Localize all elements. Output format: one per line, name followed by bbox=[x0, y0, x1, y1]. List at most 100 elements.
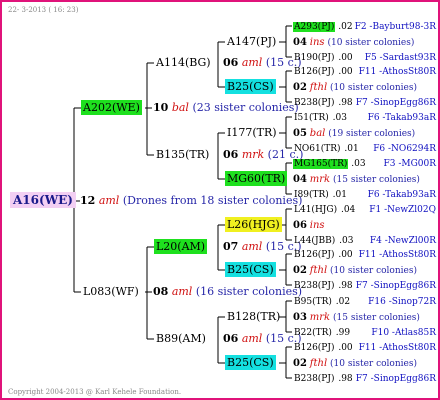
leaf-queen-1-0[interactable]: B126(PJ) .00 bbox=[293, 66, 353, 78]
leaf-origin: F4 -NewZl00R bbox=[369, 235, 436, 246]
mating-number: 06 bbox=[223, 55, 239, 69]
leaf-queen-3-2[interactable]: I89(TR) .01 bbox=[293, 189, 347, 201]
leaf-value: .01 bbox=[329, 189, 347, 200]
leaf-origin-4-2[interactable]: F4 -NewZl00R bbox=[370, 235, 436, 247]
leaf-queen-6-2[interactable]: B22(TR) .99 bbox=[293, 327, 350, 339]
queen-label: L26(HJG) bbox=[225, 216, 282, 232]
queen-node-g3-5[interactable]: B25(CS) bbox=[225, 261, 276, 277]
leaf-sister-colonies: (10 sister colonies) bbox=[327, 37, 415, 48]
leaf-origin-6-0[interactable]: F16 -Sinop72R bbox=[368, 296, 436, 308]
queen-node-g3-2[interactable]: I177(TR) bbox=[225, 126, 279, 139]
leaf-mating-4-1[interactable]: 06 ins bbox=[293, 220, 325, 232]
leaf-queen-label: B95(TR) bbox=[294, 296, 332, 307]
leaf-mating-number: 02 bbox=[293, 357, 307, 369]
leaf-origin: F6 -Takab93aR bbox=[367, 189, 436, 200]
root-subspecies: aml bbox=[98, 193, 120, 207]
leaf-origin-3-0[interactable]: F3 -MG00R bbox=[383, 158, 436, 170]
leaf-mating-7-1[interactable]: 02 fthl (10 sister colonies) bbox=[293, 358, 417, 370]
root-mating-number: 12 bbox=[80, 193, 96, 207]
leaf-origin: F11 -AthosSt80R bbox=[358, 66, 436, 77]
root-node[interactable]: A16(WE) bbox=[10, 192, 76, 208]
leaf-origin-2-0[interactable]: F6 -Takab93aR bbox=[368, 112, 436, 124]
leaf-queen-6-0[interactable]: B95(TR) .02 bbox=[293, 296, 350, 308]
leaf-mating-number: 04 bbox=[293, 36, 307, 48]
mating-info-g2-0[interactable]: 06 aml (15 c.) bbox=[223, 55, 302, 69]
leaf-origin-5-2[interactable]: F7 -SinopEgg86R bbox=[356, 280, 436, 292]
root-info[interactable]: 12 aml (Drones from 18 sister colonies) bbox=[80, 193, 303, 207]
queen-label: A114(BG) bbox=[156, 55, 211, 69]
leaf-subspecies: ins bbox=[309, 219, 325, 231]
leaf-queen-label: MG165(TR) bbox=[293, 158, 349, 169]
leaf-value: .00 bbox=[335, 342, 353, 353]
leaf-queen-2-2[interactable]: NO61(TR) .01 bbox=[293, 143, 359, 155]
queen-node-g3-7[interactable]: B25(CS) bbox=[225, 354, 276, 370]
queen-node-g2-2[interactable]: L20(AM) bbox=[154, 238, 208, 254]
leaf-value: .00 bbox=[335, 52, 353, 63]
leaf-origin: F6 -Takab93aR bbox=[367, 112, 436, 123]
pedigree-tree: A16(WE) 12 aml (Drones from 18 sister col… bbox=[2, 2, 438, 398]
leaf-value: .01 bbox=[341, 143, 359, 154]
leaf-queen-0-0[interactable]: A293(PJ) .02 bbox=[293, 21, 353, 33]
leaf-origin-0-2[interactable]: F5 -Sardast93R bbox=[365, 52, 436, 64]
leaf-mating-0-1[interactable]: 04 ins (10 sister colonies) bbox=[293, 37, 414, 49]
queen-node-g2-3[interactable]: B89(AM) bbox=[154, 332, 208, 345]
pedigree-frame: 22- 3-2013 ( 16: 23) A16(WE) 12 aml (Dron… bbox=[0, 0, 440, 400]
leaf-value: .03 bbox=[348, 158, 366, 169]
leaf-queen-4-0[interactable]: L41(HJG) .04 bbox=[293, 204, 355, 216]
leaf-subspecies: fthl bbox=[309, 81, 328, 93]
mating-info-g2-2[interactable]: 07 aml (15 c.) bbox=[223, 240, 302, 253]
leaf-origin-2-2[interactable]: F6 -NO6294R bbox=[373, 143, 436, 155]
leaf-mating-3-1[interactable]: 04 mrk (15 sister colonies) bbox=[293, 174, 420, 186]
mating-info-g1-0[interactable]: 10 bal (23 sister colonies) bbox=[153, 101, 299, 114]
leaf-value: .00 bbox=[335, 66, 353, 77]
leaf-mating-6-1[interactable]: 03 mrk (15 sister colonies) bbox=[293, 312, 420, 324]
subspecies: aml bbox=[241, 331, 263, 345]
queen-node-g3-0[interactable]: A147(PJ) bbox=[225, 35, 278, 48]
leaf-queen-label: I51(TR) bbox=[294, 112, 329, 123]
sister-colonies: (16 sister colonies) bbox=[195, 284, 303, 298]
leaf-origin-3-2[interactable]: F6 -Takab93aR bbox=[368, 189, 436, 201]
copyright-footer: Copyright 2004-2013 @ Karl Kehele Founda… bbox=[8, 388, 182, 396]
leaf-queen-7-2[interactable]: B238(PJ) .98 bbox=[293, 373, 353, 385]
queen-node-g1-1[interactable]: L083(WF) bbox=[81, 285, 141, 298]
leaf-mating-number: 04 bbox=[293, 173, 307, 185]
queen-node-g2-1[interactable]: B135(TR) bbox=[154, 148, 211, 161]
queen-node-g3-4[interactable]: L26(HJG) bbox=[225, 216, 282, 232]
leaf-queen-5-2[interactable]: B238(PJ) .98 bbox=[293, 280, 353, 292]
leaf-origin-5-0[interactable]: F11 -AthosSt80R bbox=[359, 249, 436, 261]
leaf-queen-2-0[interactable]: I51(TR) .03 bbox=[293, 112, 347, 124]
leaf-queen-label: B238(PJ) bbox=[294, 280, 335, 291]
leaf-queen-3-0[interactable]: MG165(TR) .03 bbox=[293, 158, 366, 170]
queen-label: L20(AM) bbox=[154, 238, 208, 254]
leaf-queen-7-0[interactable]: B126(PJ) .00 bbox=[293, 342, 353, 354]
mating-info-g2-1[interactable]: 06 mrk (21 c.) bbox=[223, 148, 303, 161]
leaf-origin-7-2[interactable]: F7 -SinopEgg86R bbox=[356, 373, 436, 385]
mating-info-g1-1[interactable]: 08 aml (16 sister colonies) bbox=[153, 284, 303, 298]
leaf-origin-7-0[interactable]: F11 -AthosSt80R bbox=[359, 342, 436, 354]
mating-info-g2-3[interactable]: 06 aml (15 c.) bbox=[223, 331, 302, 345]
queen-node-g2-0[interactable]: A114(BG) bbox=[154, 55, 213, 69]
queen-node-g3-3[interactable]: MG60(TR) bbox=[225, 170, 288, 186]
leaf-origin: F16 -Sinop72R bbox=[368, 296, 436, 307]
leaf-queen-0-2[interactable]: B190(PJ) .00 bbox=[293, 52, 353, 64]
leaf-queen-5-0[interactable]: B126(PJ) .00 bbox=[293, 249, 353, 261]
leaf-queen-label: L41(HJG) bbox=[294, 204, 338, 215]
leaf-queen-1-2[interactable]: B238(PJ) .98 bbox=[293, 97, 353, 109]
leaf-origin-1-0[interactable]: F11 -AthosSt80R bbox=[359, 66, 436, 78]
leaf-origin: F5 -Sardast93R bbox=[364, 52, 436, 63]
leaf-origin-6-2[interactable]: F10 -Atlas85R bbox=[371, 327, 436, 339]
queen-node-g3-6[interactable]: B128(TR) bbox=[225, 310, 282, 323]
leaf-mating-2-1[interactable]: 05 bal (19 sister colonies) bbox=[293, 128, 415, 140]
leaf-queen-label: B238(PJ) bbox=[294, 373, 335, 384]
leaf-origin-4-0[interactable]: F1 -NewZl02Q bbox=[369, 204, 436, 216]
leaf-mating-5-1[interactable]: 02 fthl (10 sister colonies) bbox=[293, 265, 417, 277]
leaf-queen-4-2[interactable]: L44(JBB) .03 bbox=[293, 235, 353, 247]
leaf-mating-1-1[interactable]: 02 fthl (10 sister colonies) bbox=[293, 82, 417, 94]
leaf-value: .99 bbox=[332, 327, 351, 338]
root-sister-colonies: (Drones from 18 sister colonies) bbox=[122, 193, 303, 207]
queen-node-g1-0[interactable]: A202(WE) bbox=[81, 99, 142, 115]
leaf-origin-1-2[interactable]: F7 -SinopEgg86R bbox=[356, 97, 436, 109]
leaf-origin-0-0[interactable]: F2 -Bayburt98-3R bbox=[355, 21, 436, 33]
leaf-sister-colonies: (19 sister colonies) bbox=[328, 128, 416, 139]
queen-node-g3-1[interactable]: B25(CS) bbox=[225, 78, 276, 94]
